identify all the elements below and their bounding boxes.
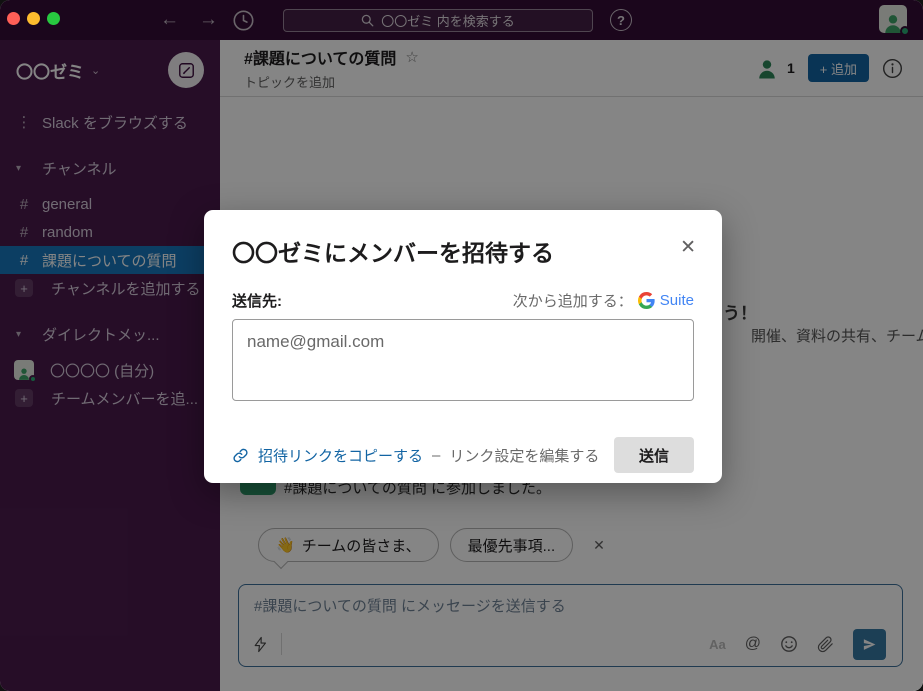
slack-window: ← → 〇〇ゼミ 内を検索する ? (0, 0, 923, 691)
modal-title: 〇〇ゼミにメンバーを招待する (232, 234, 694, 268)
close-window-button[interactable] (7, 12, 20, 25)
send-to-label: 送信先: (232, 290, 282, 311)
copy-invite-link[interactable]: 招待リンクをコピーする (258, 445, 423, 466)
edit-link-settings[interactable]: リンク設定を編集する (449, 445, 599, 466)
close-icon[interactable]: ✕ (680, 236, 696, 259)
invite-members-modal: 〇〇ゼミにメンバーを招待する ✕ 送信先: 次から追加する： Suite (204, 210, 722, 483)
invite-email-input[interactable] (232, 319, 694, 401)
google-logo-icon (638, 292, 655, 309)
window-controls (7, 12, 60, 25)
zoom-window-button[interactable] (47, 12, 60, 25)
send-invite-button[interactable]: 送信 (614, 437, 694, 473)
separator-dash: – (432, 447, 440, 464)
gsuite-label: Suite (660, 292, 694, 309)
link-icon (232, 447, 249, 464)
minimize-window-button[interactable] (27, 12, 40, 25)
add-from-gsuite-link[interactable]: 次から追加する： Suite (513, 290, 694, 311)
